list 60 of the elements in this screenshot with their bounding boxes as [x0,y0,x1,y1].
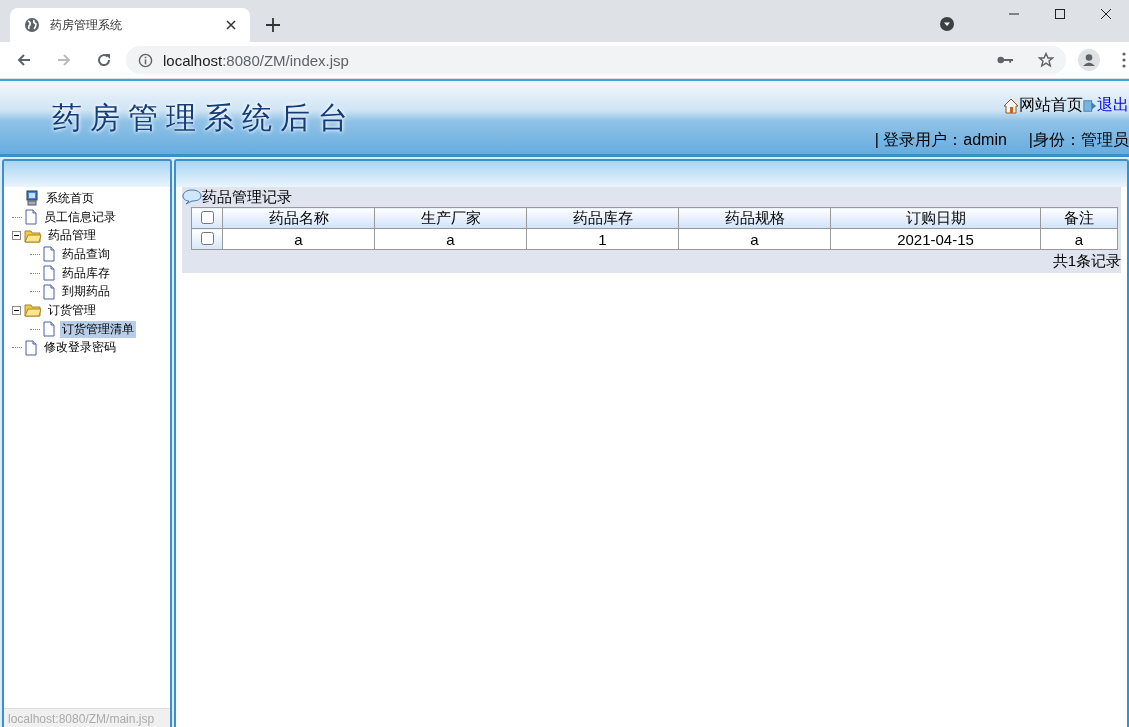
column-header: 生产厂家 [374,207,527,229]
logout-link[interactable]: 退出 [1097,95,1129,116]
page-icon [24,209,38,226]
column-header: 药品规格 [678,207,831,229]
record-count: 共1条记录 [1052,252,1121,269]
login-user-label: | 登录用户：admin [874,131,1007,148]
maximize-icon[interactable] [1054,8,1066,20]
column-header: 备注 [1040,207,1118,229]
menu-icon[interactable] [1122,52,1126,68]
collapse-icon[interactable] [12,231,21,241]
home-link[interactable]: 网站首页 [1019,95,1083,116]
row-checkbox[interactable] [200,231,214,245]
tree-item[interactable]: 药品库存 [60,264,112,282]
page-icon [42,321,56,338]
select-all-checkbox[interactable] [200,210,214,224]
tree-item[interactable]: 药品管理 [46,227,98,245]
tree-item[interactable]: 订货管理 [46,301,98,319]
page-icon [42,246,56,263]
status-bar: localhost:8080/ZM/main.jsp [4,708,170,727]
table-cell: a [222,228,375,250]
reload-icon[interactable] [96,52,112,68]
address-bar[interactable]: localhost:8080/ZM/index.jsp [126,46,1066,74]
speech-bubble-icon [182,189,202,205]
page-icon [42,265,56,282]
folder-icon [24,228,42,243]
tree-item[interactable]: 订货管理清单 [60,320,136,338]
info-icon [138,52,153,68]
folder-icon [24,303,42,318]
exit-icon [1083,97,1097,114]
browser-tab[interactable]: 药房管理系统 [10,8,250,42]
star-icon[interactable] [1038,52,1054,68]
profile-icon[interactable] [1078,49,1100,71]
column-header: 药品库存 [526,207,679,229]
tree-item[interactable]: 员工信息记录 [42,208,118,226]
table-cell: a [678,228,831,250]
collapse-icon[interactable] [12,305,21,315]
computer-icon [24,190,40,207]
tree-item[interactable]: 药品查询 [60,245,112,263]
new-tab-icon[interactable] [266,18,280,32]
page-icon [24,339,38,356]
role-label: |身份：管理员 [1028,131,1129,148]
close-tab-icon[interactable] [226,20,236,30]
table-cell: a [374,228,527,250]
back-icon[interactable] [16,52,32,68]
house-icon [1003,97,1019,114]
panel-title: 药品管理记录 [202,187,292,207]
table-cell: 2021-04-15 [830,228,1041,250]
column-header: 订购日期 [830,207,1041,229]
tree-item[interactable]: 到期药品 [60,283,112,301]
key-icon[interactable] [997,55,1014,65]
tab-search-icon[interactable] [939,16,955,32]
page-icon [42,283,56,300]
table-cell: 1 [526,228,679,250]
site-title: 药房管理系统后台 [52,99,356,137]
tree-item[interactable]: 修改登录密码 [42,339,118,357]
globe-icon [24,17,40,33]
table-cell: a [1040,228,1118,250]
close-icon[interactable] [1100,8,1112,20]
tree-item[interactable]: 系统首页 [44,189,96,207]
column-header: 药品名称 [222,207,375,229]
